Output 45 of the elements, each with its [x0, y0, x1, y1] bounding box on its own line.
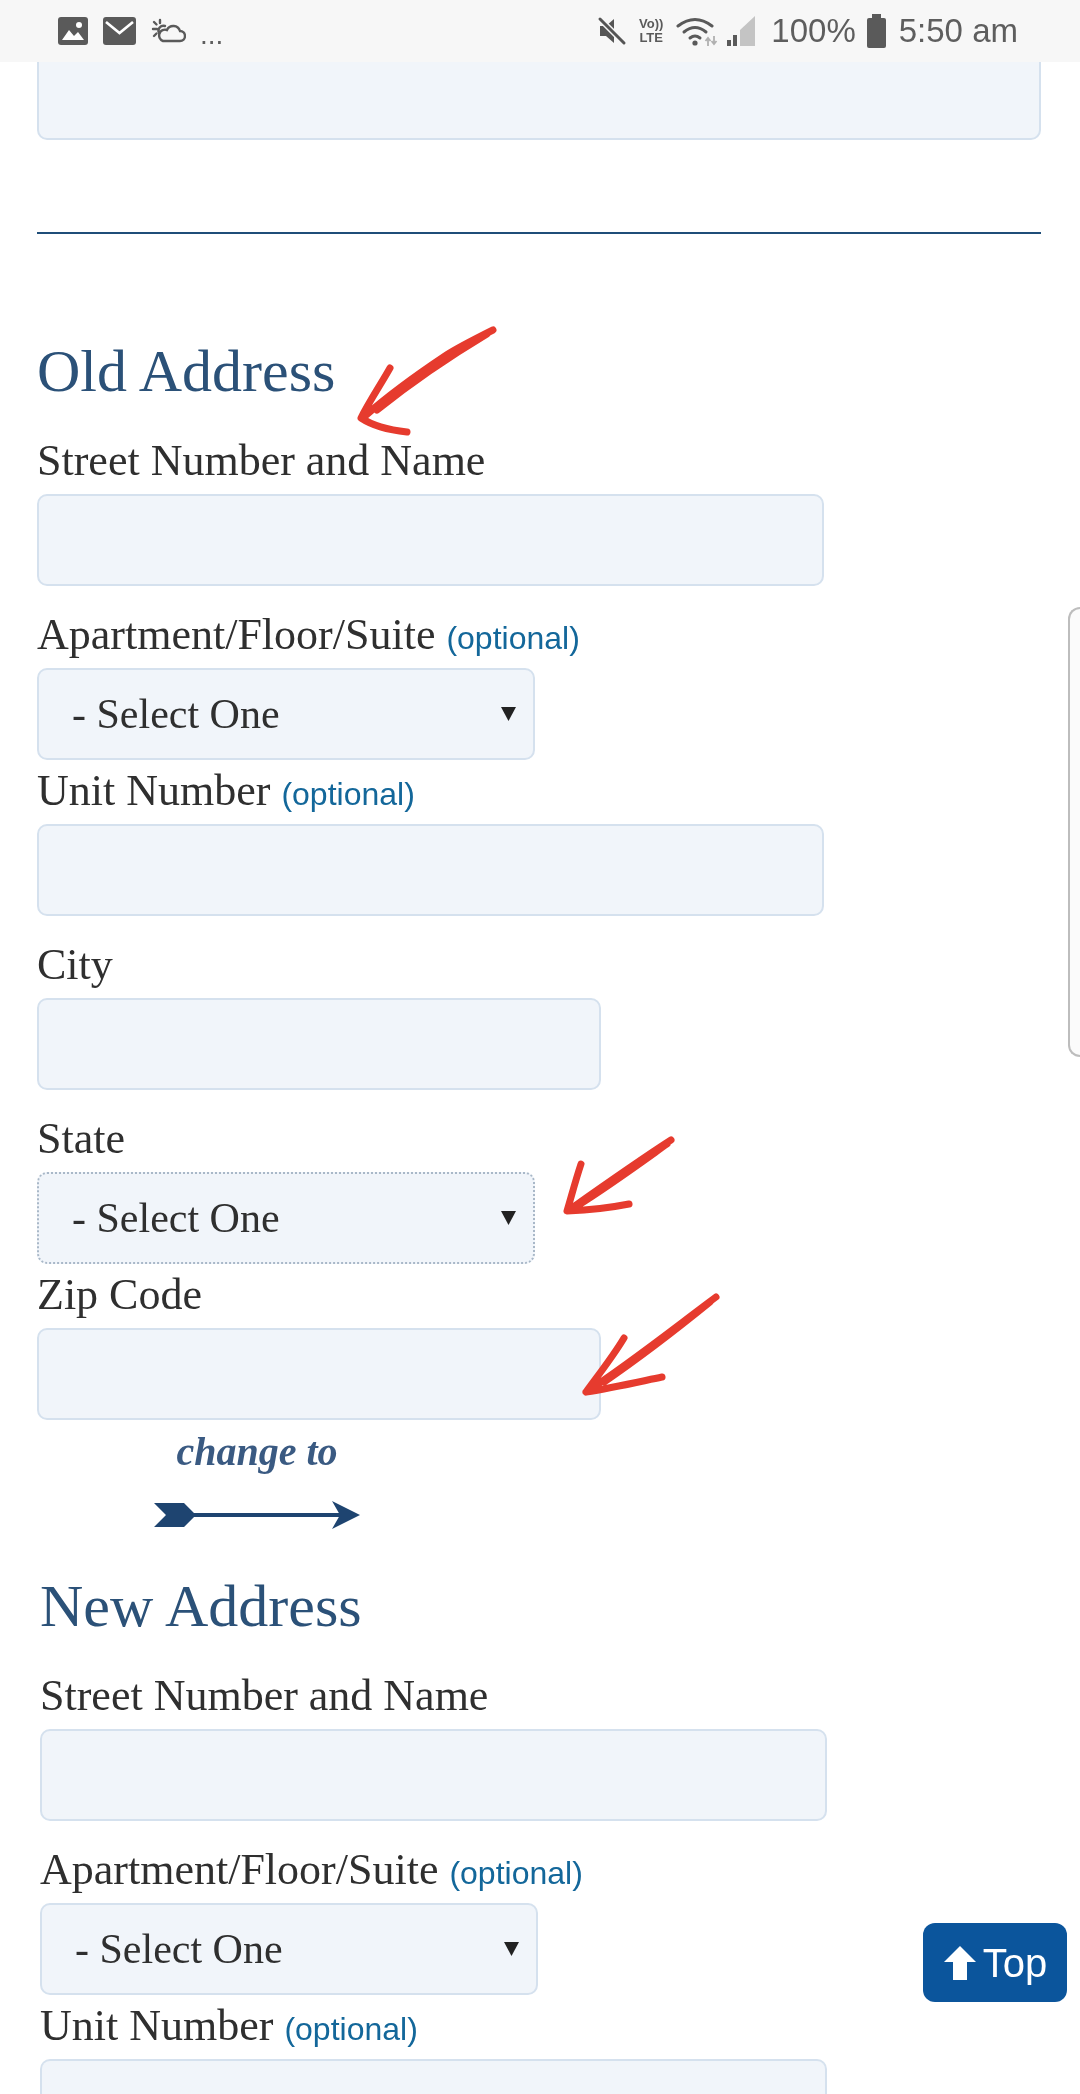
change-to-label: change to — [176, 1428, 338, 1476]
optional-note: (optional) — [281, 776, 415, 812]
volte-label: Vo)) — [639, 17, 664, 31]
cloud-sun-icon — [150, 17, 186, 45]
caret-down-icon — [504, 1942, 519, 1956]
field-label: Apartment/Floor/Suite — [37, 610, 436, 659]
battery-icon — [865, 14, 887, 48]
section-heading: Old Address — [37, 337, 336, 406]
text-field[interactable] — [37, 494, 824, 586]
field-label: Unit Number — [37, 766, 271, 815]
arrow-up-icon — [942, 1944, 977, 1981]
back-to-top-button[interactable]: Top — [923, 1923, 1067, 2002]
picture-icon — [58, 17, 88, 45]
dropdown[interactable]: - Select One — [40, 1903, 538, 1995]
caret-down-icon — [501, 1211, 516, 1225]
field-label: Street Number and Name — [40, 1671, 489, 1720]
mute-icon — [597, 16, 628, 46]
field-label: Street Number and Name — [37, 436, 486, 485]
text-field[interactable] — [37, 998, 601, 1090]
signal-icon — [724, 16, 756, 46]
optional-note: (optional) — [284, 2011, 418, 2047]
section-heading: New Address — [40, 1572, 362, 1641]
dropdown[interactable]: - Select One — [37, 1172, 535, 1264]
text-field[interactable] — [37, 824, 824, 916]
mail-icon — [103, 17, 136, 45]
right-arrow-icon — [154, 1500, 360, 1530]
dropdown[interactable]: - Select One — [37, 668, 535, 760]
field-label: City — [37, 940, 113, 989]
optional-note: (optional) — [446, 620, 580, 656]
more-notifications-label: ... — [200, 18, 224, 51]
clock-time: 5:50 am — [898, 12, 1018, 50]
caret-down-icon — [501, 707, 516, 721]
scroll-handle[interactable] — [1068, 607, 1080, 1057]
field-label: Apartment/Floor/Suite — [40, 1845, 439, 1894]
field-label: Zip Code — [37, 1270, 202, 1319]
battery-percent: 100% — [771, 12, 856, 50]
field-label: State — [37, 1114, 125, 1163]
optional-note: (optional) — [449, 1855, 583, 1891]
text-area[interactable] — [37, 62, 1041, 140]
text-field[interactable] — [37, 1328, 601, 1420]
network-type-label: LTE — [639, 31, 663, 45]
text-field[interactable] — [40, 1729, 827, 1821]
wifi-icon — [676, 16, 719, 46]
field-label: Unit Number — [40, 2001, 274, 2050]
text-field[interactable] — [40, 2059, 827, 2094]
